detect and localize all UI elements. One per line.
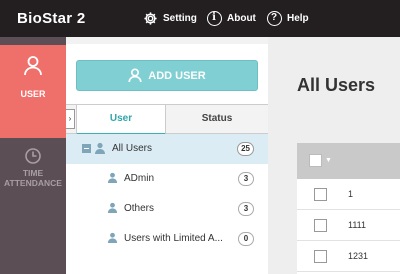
count-badge: 3 (238, 202, 254, 216)
panel-tabs: › User Status (66, 104, 268, 135)
tree-item-label: Users with Limited A... (124, 233, 223, 244)
app-logo: BioStar 2 (17, 10, 86, 27)
gear-icon (142, 11, 158, 27)
top-bar: BioStar 2 Setting i About ? Help (0, 0, 400, 37)
menu-item-user-label: USER (20, 89, 46, 99)
user-group-icon (94, 142, 106, 157)
main-content: All Users ▼ 1 1111 1231 (268, 37, 400, 274)
table-row[interactable]: 1 (297, 179, 400, 210)
user-id-cell: 1 (348, 189, 354, 199)
count-badge: 0 (238, 232, 254, 246)
add-user-button[interactable]: ADD USER (76, 60, 258, 91)
row-checkbox[interactable] (314, 188, 327, 201)
setting-link[interactable]: Setting (142, 0, 197, 37)
about-label: About (227, 13, 256, 24)
user-group-panel: ADD USER › User Status All Users 25 ADmi… (66, 44, 268, 274)
user-table: ▼ 1 1111 1231 (297, 143, 400, 274)
tree-item-label: All Users (112, 143, 153, 154)
help-label: Help (287, 13, 309, 24)
clock-icon (24, 147, 42, 170)
tab-status[interactable]: Status (166, 105, 268, 134)
collapse-icon[interactable] (82, 144, 91, 153)
tab-user[interactable]: User (76, 104, 166, 135)
select-all-checkbox[interactable] (309, 154, 322, 167)
row-checkbox[interactable] (314, 219, 327, 232)
tree-item-label: ADmin (124, 173, 155, 184)
help-link[interactable]: ? Help (266, 0, 309, 37)
tree-item-limited-access[interactable]: Users with Limited A... 0 (66, 224, 268, 254)
tree-item-others[interactable]: Others 3 (66, 194, 268, 224)
table-row[interactable]: 1231 (297, 241, 400, 272)
user-icon (107, 172, 118, 186)
menu-item-user[interactable]: USER (0, 45, 66, 138)
table-row[interactable]: 1111 (297, 210, 400, 241)
user-add-icon (128, 68, 142, 83)
tree-item-admin[interactable]: ADmin 3 (66, 164, 268, 194)
tree-item-label: Others (124, 203, 155, 214)
tree-item-all-users[interactable]: All Users 25 (66, 134, 268, 164)
table-header: ▼ (297, 143, 400, 179)
panel-collapse-toggle[interactable]: › (66, 109, 75, 129)
count-badge: 3 (238, 172, 254, 186)
menu-item-time-attendance-label: TIME ATTENDANCE (4, 168, 62, 188)
setting-label: Setting (163, 13, 197, 24)
info-icon: i (206, 11, 222, 27)
help-icon: ? (266, 11, 282, 27)
menu-item-time-attendance[interactable]: TIME ATTENDANCE (0, 147, 66, 207)
row-checkbox[interactable] (314, 250, 327, 263)
count-badge: 25 (237, 142, 254, 156)
about-link[interactable]: i About (206, 0, 256, 37)
user-icon (107, 232, 118, 246)
page-title: All Users (297, 75, 376, 95)
caret-down-icon[interactable]: ▼ (325, 157, 332, 164)
user-icon (107, 202, 118, 216)
user-icon (23, 55, 43, 82)
add-user-label: ADD USER (148, 69, 206, 82)
left-menu: USER TIME ATTENDANCE (0, 37, 66, 274)
user-id-cell: 1111 (348, 220, 367, 230)
user-id-cell: 1231 (348, 251, 369, 261)
